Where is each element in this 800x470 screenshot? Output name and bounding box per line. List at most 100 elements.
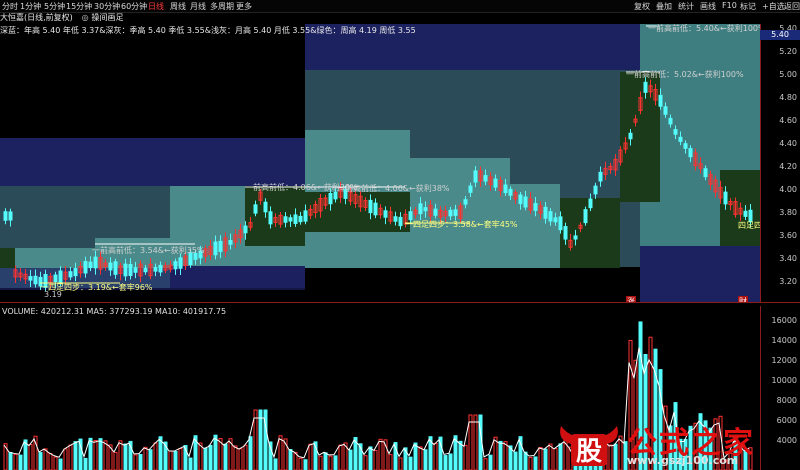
candle-body [628,132,633,140]
restore-rights-button[interactable]: 复权 [634,1,650,12]
logo-text: 股 [576,437,602,467]
candle-body [523,196,528,208]
volume-bar [418,446,423,470]
overlay-button[interactable]: 叠加 [656,1,672,12]
volume-bar [458,440,463,470]
volume-bar [28,444,33,470]
period-tab-5min[interactable]: 5分钟 [44,1,65,12]
period-tab-monthly[interactable]: 月线 [190,1,206,12]
period-tab-weekly[interactable]: 周线 [170,1,186,12]
candle-body [263,201,268,213]
kline-chart[interactable] [0,24,760,302]
candle-body [283,216,288,223]
annotation-prev-high: 一前高前低：4.06&←获利38% [337,184,450,193]
annotation-support: 一四足四步：3.58&←套牢45% [405,220,518,229]
volume-bar [493,436,498,470]
price-tick: 4.80 [779,93,797,102]
candle-body [268,211,273,225]
period-tab-more[interactable]: 更多 [236,1,252,12]
candle-body [383,210,388,218]
volume-bar [448,453,453,470]
candle-body [108,262,113,271]
period-tab-60min[interactable]: 60分钟 [121,1,147,12]
volume-bar [43,448,48,470]
candle-body [703,168,708,178]
low-price-label: 3.19 [44,290,62,299]
annotation-prev-high: 一前高前低：3.54&←获利35% [92,246,205,255]
volume-bar [233,445,238,470]
volume-bar [53,456,58,470]
volume-tick: 10000 [771,376,797,385]
volume-bar [178,447,183,470]
volume-bar [278,435,283,470]
volume-bar [13,453,18,470]
price-tick: 4.60 [779,116,797,125]
period-tab-30min[interactable]: 30分钟 [94,1,120,12]
price-tick: 3.40 [779,254,797,263]
volume-bar [18,454,23,470]
candle-body [433,208,438,216]
period-tab-timeshare[interactable]: 分时 [2,1,18,12]
volume-bar [443,455,448,470]
volume-bar [203,447,208,470]
candle-body [668,117,673,125]
candle-body [468,185,473,193]
candle-body [673,129,678,135]
candle-body [558,216,563,231]
volume-bar [73,441,78,470]
candle-body [298,215,303,223]
candle-body [508,188,513,196]
volume-bar [118,440,123,470]
candle-body [68,271,73,278]
price-tick: 3.20 [779,277,797,286]
candle-body [553,217,558,223]
candle-body [178,257,183,269]
candle-body [493,178,498,188]
mark-button[interactable]: 标记 [740,1,756,12]
period-tab-15min[interactable]: 15分钟 [66,1,92,12]
candle-body [253,204,258,214]
draw-line-button[interactable]: 画线 [700,1,716,12]
candle-body [33,275,38,285]
volume-bar [408,456,413,470]
candle-body [213,241,218,256]
volume-bar [468,414,473,470]
period-tab-daily[interactable]: 日线 [148,1,164,12]
candle-body [158,264,163,273]
period-tab-multi[interactable]: 多周期 [210,1,234,12]
volume-bar [58,458,63,470]
statistics-button[interactable]: 统计 [678,1,694,12]
indicator-name[interactable]: 操间画足 [92,13,124,22]
candle-body [723,191,728,205]
candle-body [328,192,333,205]
candle-body [678,136,683,142]
volume-bar [208,444,213,470]
volume-bar [133,454,138,470]
candle-body [393,216,398,222]
candle-body [133,267,138,273]
period-tab-1min[interactable]: 1分钟 [20,1,41,12]
candle-body [573,235,578,240]
volume-bar [248,436,253,470]
volume-bar [258,409,263,470]
volume-bar [213,434,218,470]
volume-bar [473,414,478,470]
volume-bar [303,459,308,470]
volume-bar [168,450,173,470]
candle-body [688,148,693,158]
range-legend: 深蓝：年高 5.40 年低 3.37&深灰：季高 5.40 季低 3.55&浅灰… [0,26,416,35]
candle-body [128,264,133,276]
stock-title-row: 大恒嘉(日线,前复权) ◎ 操间画足 [0,13,124,22]
candle-body [593,185,598,195]
add-watchlist-button[interactable]: +自选 [762,1,785,12]
back-button[interactable]: 返回 [784,1,800,12]
price-tick: 3.80 [779,208,797,217]
volume-tick: 8000 [776,396,797,405]
f10-button[interactable]: F10 [722,1,737,10]
candle-body [88,261,93,269]
candle-body [423,207,428,212]
annotation-prev-high: 一前高前低：5.40&←获利100% [648,24,766,33]
candle-body [173,261,178,270]
candle-body [483,175,488,182]
volume-bar [388,454,393,470]
